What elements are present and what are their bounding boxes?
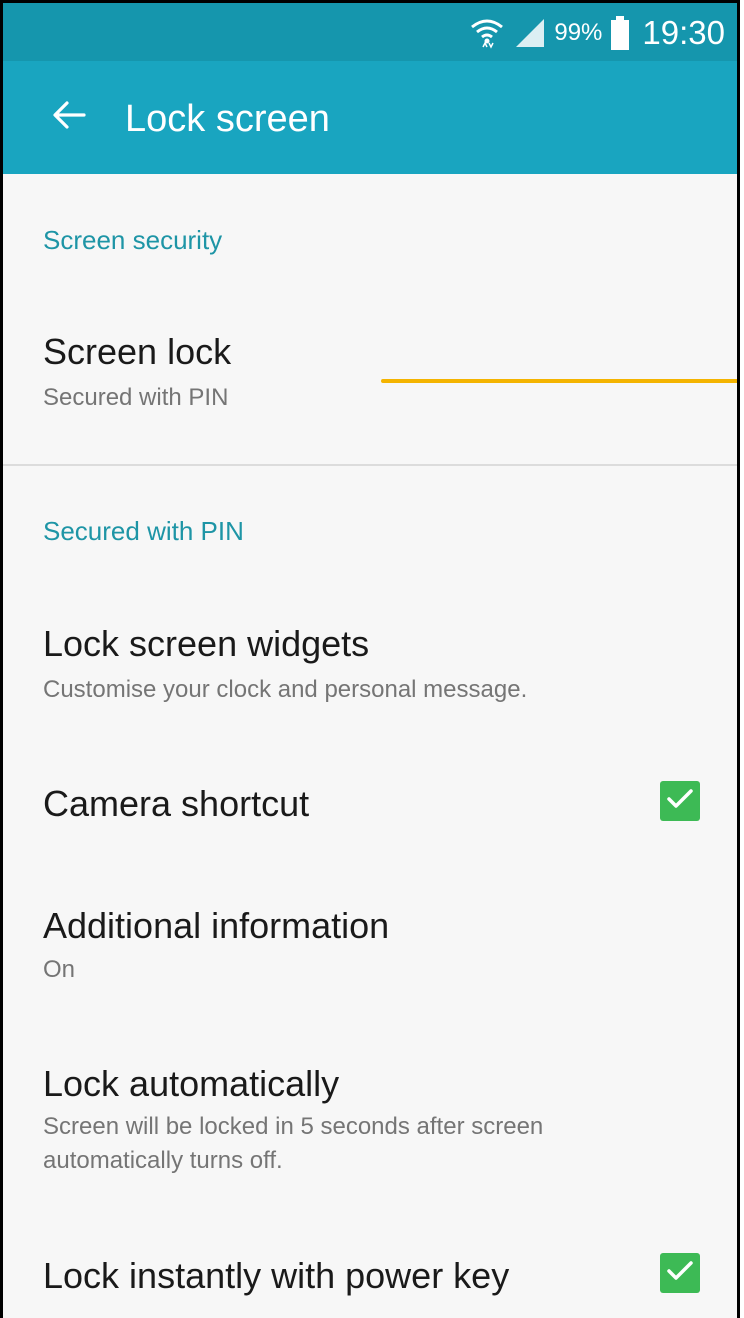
screen-lock-title: Screen lock	[43, 331, 232, 372]
checkmark-icon	[666, 788, 694, 815]
lock-instantly-checkbox[interactable]	[660, 1253, 700, 1293]
back-arrow-icon	[52, 100, 86, 135]
annotation-pointer-line	[381, 379, 737, 383]
divider	[3, 464, 737, 466]
status-bar: 99% 19:30	[3, 3, 737, 61]
status-time: 19:30	[642, 14, 725, 51]
battery-icon	[610, 16, 630, 50]
lock-screen-widgets-title: Lock screen widgets	[43, 623, 370, 664]
back-button[interactable]	[43, 91, 95, 143]
section-header-screen-security: Screen security	[43, 225, 223, 255]
app-bar: Lock screen	[3, 61, 737, 174]
status-right: 99% 19:30	[470, 13, 725, 53]
checkmark-icon	[666, 1260, 694, 1287]
lock-instantly-item[interactable]: Lock instantly with power key	[3, 1221, 737, 1318]
lock-screen-widgets-item[interactable]: Lock screen widgets Customise your clock…	[3, 593, 737, 723]
wifi-icon	[470, 17, 504, 49]
battery-percent: 99%	[554, 19, 603, 46]
lock-instantly-title: Lock instantly with power key	[43, 1255, 510, 1296]
additional-information-subtitle: On	[43, 956, 76, 983]
camera-shortcut-title: Camera shortcut	[43, 783, 310, 824]
additional-information-title: Additional information	[43, 905, 390, 946]
signal-icon	[512, 17, 546, 49]
lock-automatically-subtitle: Screen will be locked in 5 seconds after…	[43, 1113, 544, 1174]
page-title: Lock screen	[125, 98, 330, 140]
lock-automatically-title: Lock automatically	[43, 1063, 340, 1104]
screen-frame: 99% 19:30 Lock screen Screen security Sc…	[0, 0, 740, 1318]
screen-lock-subtitle: Secured with PIN	[43, 384, 229, 411]
additional-information-item[interactable]: Additional information On	[3, 873, 737, 1003]
lock-screen-widgets-subtitle: Customise your clock and personal messag…	[43, 676, 528, 703]
camera-shortcut-item[interactable]: Camera shortcut	[3, 751, 737, 861]
lock-automatically-item[interactable]: Lock automatically Screen will be locked…	[3, 1033, 737, 1203]
section-header-secured-with-pin: Secured with PIN	[43, 516, 244, 546]
camera-shortcut-checkbox[interactable]	[660, 781, 700, 821]
